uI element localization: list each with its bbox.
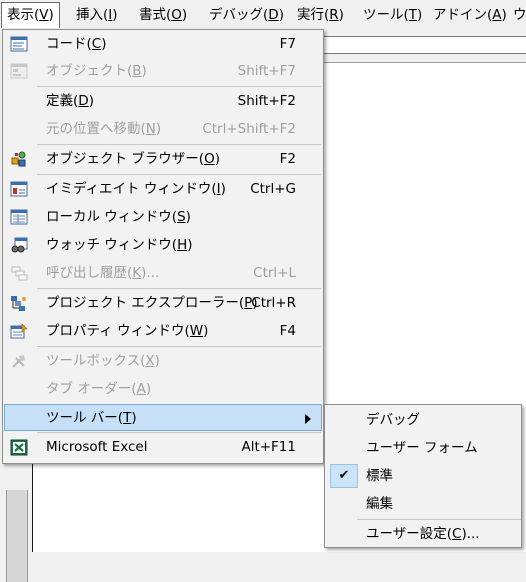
immediate-window-icon	[10, 181, 28, 197]
menu-separator	[37, 144, 321, 145]
menu-window[interactable]: ウ	[508, 2, 526, 28]
menu-item-label: ツールボックス(X)	[46, 353, 160, 369]
submenu-item-standard[interactable]: ✔ 標準	[326, 462, 520, 490]
menu-item-label: ウォッチ ウィンドウ(H)	[46, 237, 193, 253]
submenu-item-edit[interactable]: 編集	[326, 490, 520, 518]
menu-item-tab-order[interactable]: タブ オーダー(A)	[4, 376, 322, 403]
menu-separator	[37, 346, 321, 347]
menu-format[interactable]: 書式(O)	[134, 2, 192, 28]
menu-run[interactable]: 実行(R)	[292, 2, 349, 28]
menu-item-label: 定義(D)	[46, 93, 94, 109]
view-menu-dropdown: コード(C) F7 オブジェクト(B) Shift+F7 定義(D) Shift…	[2, 29, 324, 464]
menu-item-definition[interactable]: 定義(D) Shift+F2	[4, 88, 322, 115]
check-icon: ✔	[338, 468, 350, 483]
menu-tools[interactable]: ツール(T)	[358, 2, 427, 28]
menu-item-label: ツール バー(T)	[46, 410, 137, 426]
menu-item-label: ローカル ウィンドウ(S)	[46, 209, 191, 225]
object-icon	[10, 63, 28, 79]
menu-bar: 表示(V) 挿入(I) 書式(O) デバッグ(D) 実行(R) ツール(T) ア…	[0, 0, 526, 30]
shortcut: F2	[279, 151, 296, 167]
submenu-item-label: 標準	[366, 468, 393, 484]
menu-item-locals-window[interactable]: ローカル ウィンドウ(S)	[4, 204, 322, 231]
shortcut: Ctrl+Shift+F2	[202, 121, 296, 137]
menu-item-label: プロパティ ウィンドウ(W)	[46, 323, 209, 339]
shortcut: Shift+F2	[237, 93, 296, 109]
object-dropdown[interactable]	[322, 36, 526, 54]
object-browser-icon	[11, 151, 26, 167]
shortcut: Ctrl+G	[250, 181, 296, 197]
shortcut: F7	[279, 36, 296, 52]
shortcut: Shift+F7	[237, 63, 296, 79]
submenu-item-label: デバッグ	[366, 412, 420, 428]
shortcut: Alt+F11	[241, 439, 296, 455]
watch-window-icon	[11, 237, 28, 253]
menu-item-watch-window[interactable]: ウォッチ ウィンドウ(H)	[4, 232, 322, 259]
menu-item-properties-window[interactable]: プロパティ ウィンドウ(W) F4	[4, 318, 322, 345]
locals-window-icon	[10, 209, 28, 225]
menu-insert[interactable]: 挿入(I)	[71, 2, 123, 28]
menu-item-microsoft-excel[interactable]: Microsoft Excel Alt+F11	[4, 434, 322, 461]
shortcut: F4	[279, 323, 296, 339]
menu-item-project-explorer[interactable]: プロジェクト エクスプローラー(P) Ctrl+R	[4, 290, 322, 317]
shortcut: Ctrl+R	[251, 295, 296, 311]
properties-window-icon	[10, 323, 28, 339]
menu-item-label: オブジェクト(B)	[46, 63, 147, 79]
menu-item-label: オブジェクト ブラウザー(O)	[46, 151, 220, 167]
menu-separator	[37, 432, 321, 433]
submenu-item-debug[interactable]: デバッグ	[326, 406, 520, 434]
menu-item-label: プロジェクト エクスプローラー(P)	[46, 295, 258, 311]
menu-item-object-browser[interactable]: オブジェクト ブラウザー(O) F2	[4, 146, 322, 173]
excel-icon	[10, 439, 28, 456]
submenu-arrow-icon	[305, 414, 311, 424]
call-stack-icon	[11, 266, 28, 281]
toolbox-icon	[12, 355, 25, 368]
project-explorer-icon	[11, 296, 26, 311]
menu-item-label: 元の位置へ移動(N)	[46, 121, 162, 137]
menu-separator	[37, 288, 321, 289]
menu-item-toolbars[interactable]: ツール バー(T)	[4, 404, 322, 431]
menu-separator	[37, 174, 321, 175]
menu-item-label: イミディエイト ウィンドウ(I)	[46, 181, 226, 197]
scroll-strip	[6, 490, 28, 582]
menu-item-label: コード(C)	[46, 36, 107, 52]
menu-item-toolbox[interactable]: ツールボックス(X)	[4, 348, 322, 375]
menu-item-label: Microsoft Excel	[46, 439, 148, 455]
submenu-item-userform[interactable]: ユーザー フォーム	[326, 434, 520, 462]
toolbars-submenu: デバッグ ユーザー フォーム ✔ 標準 編集 ユーザー設定(C)...	[324, 404, 522, 548]
menu-item-call-stack[interactable]: 呼び出し履歴(K)... Ctrl+L	[4, 260, 322, 287]
shortcut: Ctrl+L	[253, 265, 296, 281]
submenu-item-label: ユーザー設定(C)...	[366, 526, 480, 542]
menu-item-label: 呼び出し履歴(K)...	[46, 265, 160, 281]
menu-debug[interactable]: デバッグ(D)	[204, 2, 289, 28]
menu-item-immediate-window[interactable]: イミディエイト ウィンドウ(I) Ctrl+G	[4, 176, 322, 203]
code-icon	[10, 36, 28, 52]
menu-addins[interactable]: アドイン(A)	[428, 2, 512, 28]
submenu-item-label: 編集	[366, 496, 393, 512]
menu-separator	[37, 86, 321, 87]
menu-item-code[interactable]: コード(C) F7	[4, 31, 322, 58]
menu-view[interactable]: 表示(V)	[1, 2, 60, 28]
menu-item-last-position[interactable]: 元の位置へ移動(N) Ctrl+Shift+F2	[4, 116, 322, 143]
menu-item-object[interactable]: オブジェクト(B) Shift+F7	[4, 58, 322, 85]
submenu-item-label: ユーザー フォーム	[366, 440, 478, 456]
submenu-item-customize[interactable]: ユーザー設定(C)...	[326, 520, 520, 548]
menu-item-label: タブ オーダー(A)	[46, 381, 152, 397]
